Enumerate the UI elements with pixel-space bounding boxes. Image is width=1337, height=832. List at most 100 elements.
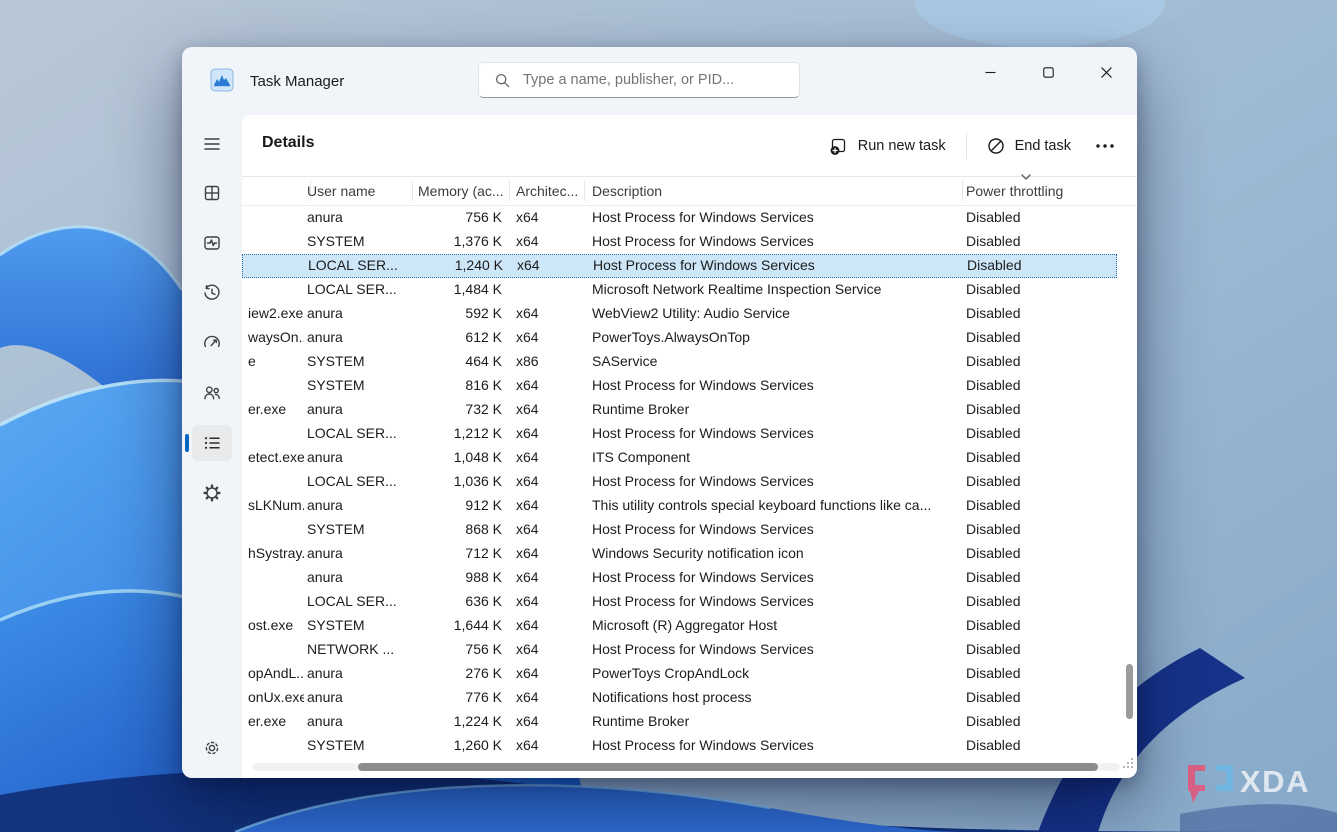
cell-desc: Host Process for Windows Services xyxy=(592,590,956,614)
table-row[interactable]: LOCAL SER...1,240 Kx64Host Process for W… xyxy=(242,254,1117,278)
sidebar-item-services[interactable] xyxy=(192,475,232,511)
cell-user: SYSTEM xyxy=(307,230,407,254)
cell-user: anura xyxy=(307,398,407,422)
process-table-body: anura756 Kx64Host Process for Windows Se… xyxy=(242,206,1117,758)
cell-desc: Host Process for Windows Services xyxy=(592,734,956,758)
table-row[interactable]: anura988 Kx64Host Process for Windows Se… xyxy=(242,566,1117,590)
cell-desc: Host Process for Windows Services xyxy=(592,230,956,254)
more-options-button[interactable] xyxy=(1083,135,1127,157)
table-row[interactable]: LOCAL SER...1,212 Kx64Host Process for W… xyxy=(242,422,1117,446)
run-new-task-button[interactable]: Run new task xyxy=(817,129,958,164)
run-new-task-icon xyxy=(829,137,848,156)
settings-button[interactable] xyxy=(192,730,232,766)
sidebar-item-processes[interactable] xyxy=(192,175,232,211)
table-row[interactable]: SYSTEM868 Kx64Host Process for Windows S… xyxy=(242,518,1117,542)
cell-memory: 1,048 K xyxy=(400,446,502,470)
cell-arch: x64 xyxy=(516,302,580,326)
vertical-scrollbar[interactable] xyxy=(1126,181,1133,756)
cell-user: LOCAL SER... xyxy=(308,254,408,278)
cell-user: NETWORK ... xyxy=(307,638,407,662)
cell-memory: 868 K xyxy=(400,518,502,542)
table-row[interactable]: SYSTEM1,260 Kx64Host Process for Windows… xyxy=(242,734,1117,758)
cell-power: Disabled xyxy=(966,590,1114,614)
table-row[interactable]: er.exeanura732 Kx64Runtime BrokerDisable… xyxy=(242,398,1117,422)
cell-power: Disabled xyxy=(966,518,1114,542)
cell-desc: Host Process for Windows Services xyxy=(593,254,957,278)
toolbar: Run new task End task xyxy=(817,115,1127,177)
table-row[interactable]: NETWORK ...756 Kx64Host Process for Wind… xyxy=(242,638,1117,662)
table-row[interactable]: iew2.exeanura592 Kx64WebView2 Utility: A… xyxy=(242,302,1117,326)
cell-name xyxy=(248,566,304,590)
table-row[interactable]: sLKNum...anura912 Kx64This utility contr… xyxy=(242,494,1117,518)
app-history-icon xyxy=(202,283,222,303)
close-icon xyxy=(1101,67,1112,78)
table-row[interactable]: ost.exeSYSTEM1,644 Kx64Microsoft (R) Agg… xyxy=(242,614,1117,638)
sidebar-item-users[interactable] xyxy=(192,375,232,411)
table-row[interactable]: er.exeanura1,224 Kx64Runtime BrokerDisab… xyxy=(242,710,1117,734)
cell-arch: x64 xyxy=(516,542,580,566)
table-row[interactable]: LOCAL SER...636 Kx64Host Process for Win… xyxy=(242,590,1117,614)
vertical-scrollbar-thumb[interactable] xyxy=(1126,664,1133,719)
cell-memory: 1,376 K xyxy=(400,230,502,254)
cell-power: Disabled xyxy=(966,566,1114,590)
cell-user: SYSTEM xyxy=(307,350,407,374)
horizontal-scrollbar-thumb[interactable] xyxy=(358,763,1098,771)
column-header-user[interactable]: User name xyxy=(307,183,407,199)
cell-desc: WebView2 Utility: Audio Service xyxy=(592,302,956,326)
column-header-power[interactable]: Power throttling xyxy=(966,183,1114,199)
task-manager-app-icon xyxy=(210,68,234,92)
search-icon xyxy=(495,73,510,88)
sidebar-item-performance[interactable] xyxy=(192,225,232,261)
cell-desc: Host Process for Windows Services xyxy=(592,518,956,542)
minimize-icon xyxy=(985,67,996,78)
cell-power: Disabled xyxy=(966,302,1114,326)
sidebar-item-app-history[interactable] xyxy=(192,275,232,311)
cell-arch: x64 xyxy=(516,638,580,662)
cell-name xyxy=(248,422,304,446)
cell-arch: x64 xyxy=(516,374,580,398)
cell-name xyxy=(248,470,304,494)
hamburger-menu-icon xyxy=(202,134,222,154)
cell-arch: x64 xyxy=(516,422,580,446)
column-header-desc[interactable]: Description xyxy=(592,183,956,199)
services-icon xyxy=(202,483,222,503)
sidebar-item-details[interactable] xyxy=(192,425,232,461)
table-row[interactable]: SYSTEM816 Kx64Host Process for Windows S… xyxy=(242,374,1117,398)
cell-memory: 732 K xyxy=(400,398,502,422)
cell-user: LOCAL SER... xyxy=(307,470,407,494)
cell-power: Disabled xyxy=(966,206,1114,230)
table-row[interactable]: hSystray...anura712 Kx64Windows Security… xyxy=(242,542,1117,566)
table-row[interactable]: onUx.exeanura776 Kx64Notifications host … xyxy=(242,686,1117,710)
selected-item-indicator xyxy=(185,434,189,452)
minimize-button[interactable] xyxy=(968,53,1012,91)
cell-name: er.exe xyxy=(248,398,304,422)
table-row[interactable]: LOCAL SER...1,484 KMicrosoft Network Rea… xyxy=(242,278,1117,302)
search-input[interactable]: Type a name, publisher, or PID... xyxy=(478,62,800,98)
table-row[interactable]: waysOn...anura612 Kx64PowerToys.AlwaysOn… xyxy=(242,326,1117,350)
resize-grip-icon[interactable] xyxy=(1121,756,1135,770)
table-row[interactable]: anura756 Kx64Host Process for Windows Se… xyxy=(242,206,1117,230)
nav-menu-button[interactable] xyxy=(192,126,232,162)
cell-arch: x64 xyxy=(516,230,580,254)
maximize-button[interactable] xyxy=(1026,53,1070,91)
table-row[interactable]: etect.exeanura1,048 Kx64ITS ComponentDis… xyxy=(242,446,1117,470)
close-button[interactable] xyxy=(1084,53,1128,91)
sidebar-item-startup-apps[interactable] xyxy=(192,325,232,361)
xda-watermark: XDA xyxy=(1182,758,1332,814)
end-task-button[interactable]: End task xyxy=(975,129,1083,163)
horizontal-scrollbar[interactable] xyxy=(252,763,1120,771)
table-row[interactable]: opAndL...anura276 Kx64PowerToys CropAndL… xyxy=(242,662,1117,686)
cell-user: anura xyxy=(307,302,407,326)
column-header-memory[interactable]: Memory (ac... xyxy=(418,183,520,199)
cell-arch: x64 xyxy=(516,518,580,542)
table-row[interactable]: SYSTEM1,376 K x64 Host Process for Windows… xyxy=(242,230,1117,254)
column-header-arch[interactable]: Architec... xyxy=(516,183,580,199)
cell-desc: Host Process for Windows Services xyxy=(592,566,956,590)
table-row[interactable]: eSYSTEM464 Kx86SAServiceDisabled xyxy=(242,350,1117,374)
table-row[interactable]: LOCAL SER...1,036 Kx64Host Process for W… xyxy=(242,470,1117,494)
cell-memory: 612 K xyxy=(400,326,502,350)
cell-desc: Microsoft Network Realtime Inspection Se… xyxy=(592,278,956,302)
cell-name: sLKNum... xyxy=(248,494,304,518)
cell-power: Disabled xyxy=(966,542,1114,566)
cell-name: iew2.exe xyxy=(248,302,304,326)
